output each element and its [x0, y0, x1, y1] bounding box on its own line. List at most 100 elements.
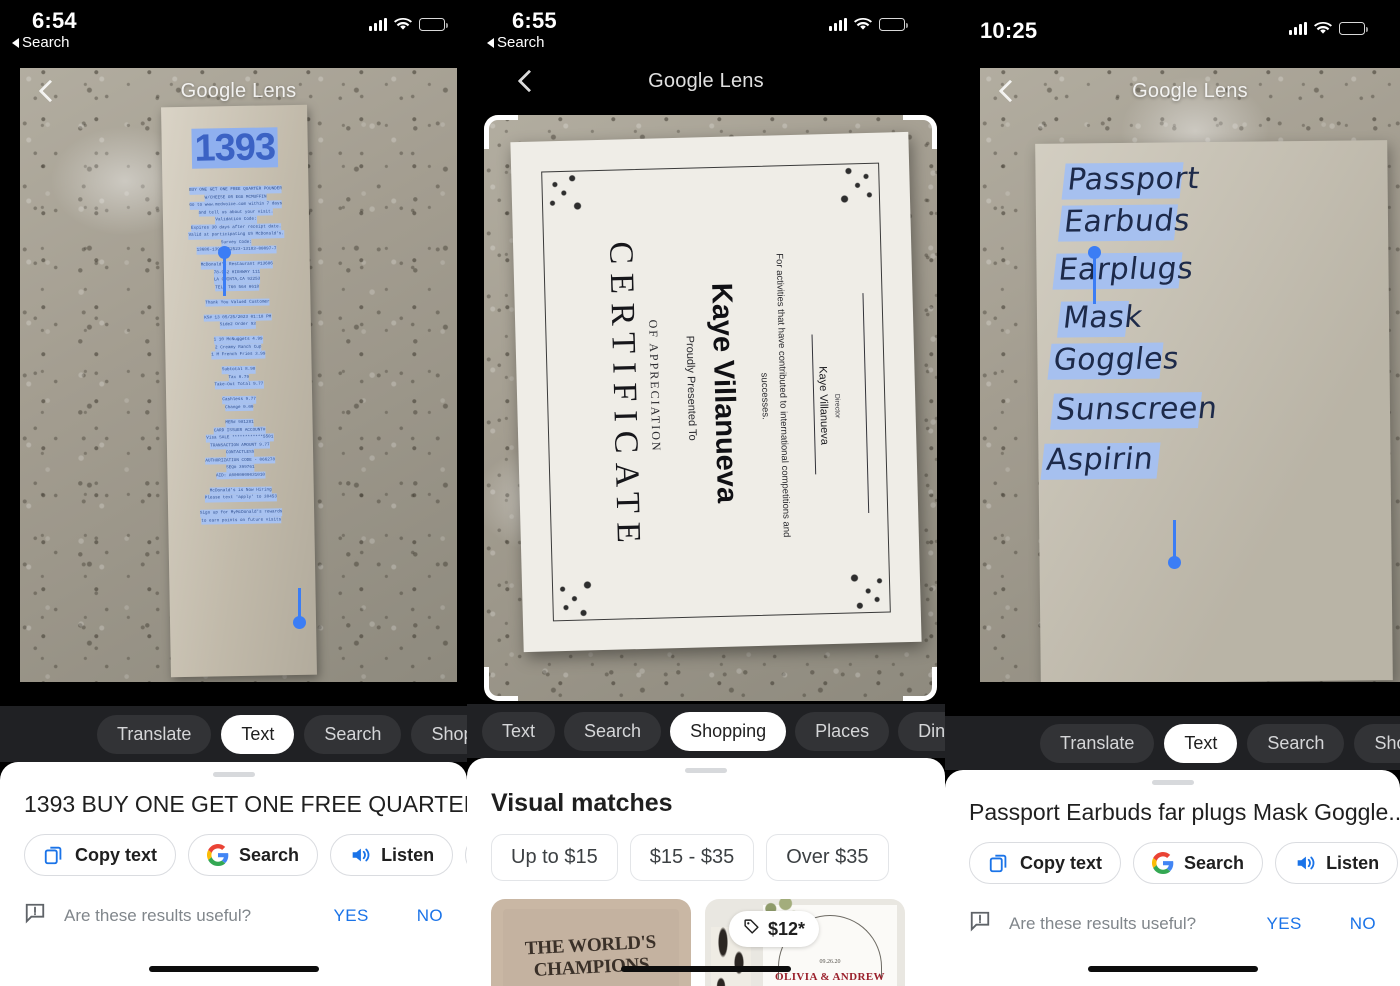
notepad-photo: Passport Earbuds Earplugs Mask Goggles Sunscr…: [1035, 140, 1393, 682]
status-back-label: Search: [497, 34, 545, 51]
selection-handle-end[interactable]: [293, 616, 306, 629]
status-back-to-app[interactable]: Search: [487, 34, 545, 51]
visual-match-card-1[interactable]: THE WORLD'S CHAMPIONS ALEXA BLISS: [491, 899, 691, 986]
lens-mode-chip-translate[interactable]: Translate: [1040, 723, 1155, 763]
selection-handle-end[interactable]: [1168, 556, 1181, 569]
lens-mode-chips-1: TranslateTextSearchShopping: [0, 706, 467, 762]
back-triangle-icon: [487, 37, 494, 48]
phone-screenshot-3: 10:25 Passport Earbuds Earplugs Mask Goggles…: [945, 0, 1400, 986]
price-filter-chip-3[interactable]: Over $35: [766, 834, 889, 881]
lens-mode-chip-search[interactable]: Search: [1247, 723, 1345, 763]
results-sheet-2: Visual matches Up to $15 $15 - $35 Over $3…: [467, 758, 945, 986]
card-1-line1: THE WORLD'S CHAMPIONS: [524, 931, 657, 981]
lens-mode-chip-places[interactable]: Places: [795, 711, 890, 751]
handwritten-item-earplugs: Earplugs: [1052, 251, 1195, 290]
visual-match-card-2[interactable]: 09.26.20 OLIVIA & ANDREW $12*: [705, 899, 905, 986]
feedback-icon: [969, 910, 991, 937]
lens-mode-chip-text[interactable]: Text: [1164, 723, 1238, 763]
receipt-photo: 1393 BUY ONE GET ONE FREE QUARTER POUNDE…: [161, 104, 317, 678]
feedback-label: Are these results useful?: [1009, 913, 1197, 933]
feedback-icon: [24, 902, 46, 929]
copy-icon: [43, 844, 65, 866]
feedback-yes-button[interactable]: YES: [1266, 914, 1301, 934]
feedback-yes-button[interactable]: YES: [333, 906, 368, 926]
copy-text-button[interactable]: Copy text: [969, 842, 1122, 884]
selection-handle-start[interactable]: [1088, 246, 1101, 259]
scan-bracket-bottom-left: [484, 667, 518, 701]
feedback-row-3: Are these results useful? YES NO: [945, 884, 1400, 937]
lens-back-button[interactable]: [994, 78, 1020, 104]
price-filter-chips: Up to $15 $15 - $35 Over $35: [467, 818, 945, 881]
handwritten-item-sunscreen: Sunscreen: [1049, 391, 1219, 430]
battery-icon: [1339, 22, 1368, 35]
ornament-top-left: [537, 166, 597, 226]
lens-mode-chip-shopping[interactable]: Shopping: [670, 711, 787, 751]
status-back-label: Search: [22, 34, 70, 51]
results-sheet-3: Passport Earbuds far plugs Mask Goggle..…: [945, 770, 1400, 986]
ornament-top-right: [824, 158, 885, 219]
selection-stem-start[interactable]: [223, 254, 226, 296]
status-bar: 6:55 Search: [467, 0, 945, 60]
back-triangle-icon: [12, 37, 19, 48]
feedback-no-button[interactable]: NO: [1350, 914, 1376, 934]
copy-text-button[interactable]: Copy text: [24, 834, 177, 876]
wifi-icon: [854, 18, 872, 31]
lens-mode-chip-search[interactable]: Search: [304, 714, 402, 754]
search-button[interactable]: Search: [188, 834, 319, 876]
phone-screenshot-2: 6:55 Search CERTIFICATE OF APPRECIATION …: [467, 0, 945, 986]
text-action-buttons-1: Copy textSearchListenGTranslate: [0, 818, 467, 876]
visual-matches-title: Visual matches: [491, 789, 673, 817]
feedback-no-button[interactable]: NO: [417, 906, 443, 926]
search-button[interactable]: Search: [1133, 842, 1264, 884]
receipt-line: to earn points on future visits: [201, 515, 282, 525]
cellular-signal-icon: [369, 18, 387, 31]
price-filter-chip-1[interactable]: Up to $15: [491, 834, 618, 881]
lens-mode-chip-search[interactable]: Search: [564, 711, 662, 751]
lens-back-button[interactable]: [513, 68, 539, 94]
speaker-icon: [349, 844, 371, 866]
speaker-icon: [1294, 852, 1316, 874]
listen-button[interactable]: Listen: [330, 834, 454, 876]
lens-mode-chip-text[interactable]: Text: [482, 711, 556, 751]
handwritten-item-earbuds: Earbuds: [1057, 203, 1192, 242]
lens-mode-chip-shopping[interactable]: Shopping: [1354, 723, 1400, 763]
cellular-signal-icon: [829, 18, 847, 31]
selection-stem-start[interactable]: [1093, 254, 1096, 304]
lens-back-button[interactable]: [34, 78, 60, 104]
status-bar: 10:25: [945, 0, 1400, 60]
google-g-icon: [207, 844, 229, 866]
phone-screenshot-1: 6:54 Search 1393 BUY ONE GET ONE FREE QU…: [0, 0, 467, 986]
lens-mode-chip-text[interactable]: Text: [221, 714, 295, 754]
scan-bracket-bottom-right: [903, 667, 937, 701]
lens-mode-chip-translate[interactable]: Translate: [97, 714, 212, 754]
battery-icon: [419, 18, 448, 31]
certificate-signer-name: Kaye Villanueva: [816, 365, 831, 445]
listen-button[interactable]: Listen: [1275, 842, 1399, 884]
status-indicators: [829, 18, 908, 31]
action-label: Listen: [1326, 852, 1380, 873]
lens-mode-chip-dining[interactable]: Dining: [898, 711, 945, 751]
receipt-text-lines: BUY ONE GET ONE FREE QUARTER POUNDER W/CH…: [166, 185, 310, 526]
certificate-recipient: Kaye Villanueva: [705, 282, 743, 504]
google-g-icon: [1152, 852, 1174, 874]
status-time: 6:54: [32, 8, 77, 33]
home-indicator: [621, 966, 791, 972]
lens-mode-chip-shopping[interactable]: Shopping: [411, 714, 467, 754]
status-time: 10:25: [980, 18, 1038, 43]
selection-handle-start[interactable]: [218, 246, 231, 259]
card-2-date: 09.26.20: [819, 959, 841, 965]
ocr-result-text: 1393 BUY ONE GET ONE FREE QUARTER...: [24, 791, 467, 817]
handwritten-item-passport: Passport: [1061, 161, 1202, 200]
price-filter-chip-2[interactable]: $15 - $35: [629, 834, 755, 881]
home-indicator: [148, 966, 319, 972]
certificate-title: CERTIFICATE: [602, 240, 648, 553]
lens-camera-view-1: 1393 BUY ONE GET ONE FREE QUARTER POUNDE…: [20, 68, 457, 682]
status-back-to-app[interactable]: Search: [12, 34, 70, 51]
feedback-row-1: Are these results useful? YES NO: [0, 876, 467, 929]
card-image-1: THE WORLD'S CHAMPIONS ALEXA BLISS: [503, 909, 679, 986]
card-2-names: OLIVIA & ANDREW: [775, 971, 885, 983]
lens-title-lens: Lens: [719, 70, 764, 92]
card-2-price-badge: $12*: [729, 911, 820, 947]
screenshot-stage: 6:54 Search 1393 BUY ONE GET ONE FREE QU…: [0, 0, 1400, 986]
action-label: Copy text: [1020, 852, 1103, 873]
